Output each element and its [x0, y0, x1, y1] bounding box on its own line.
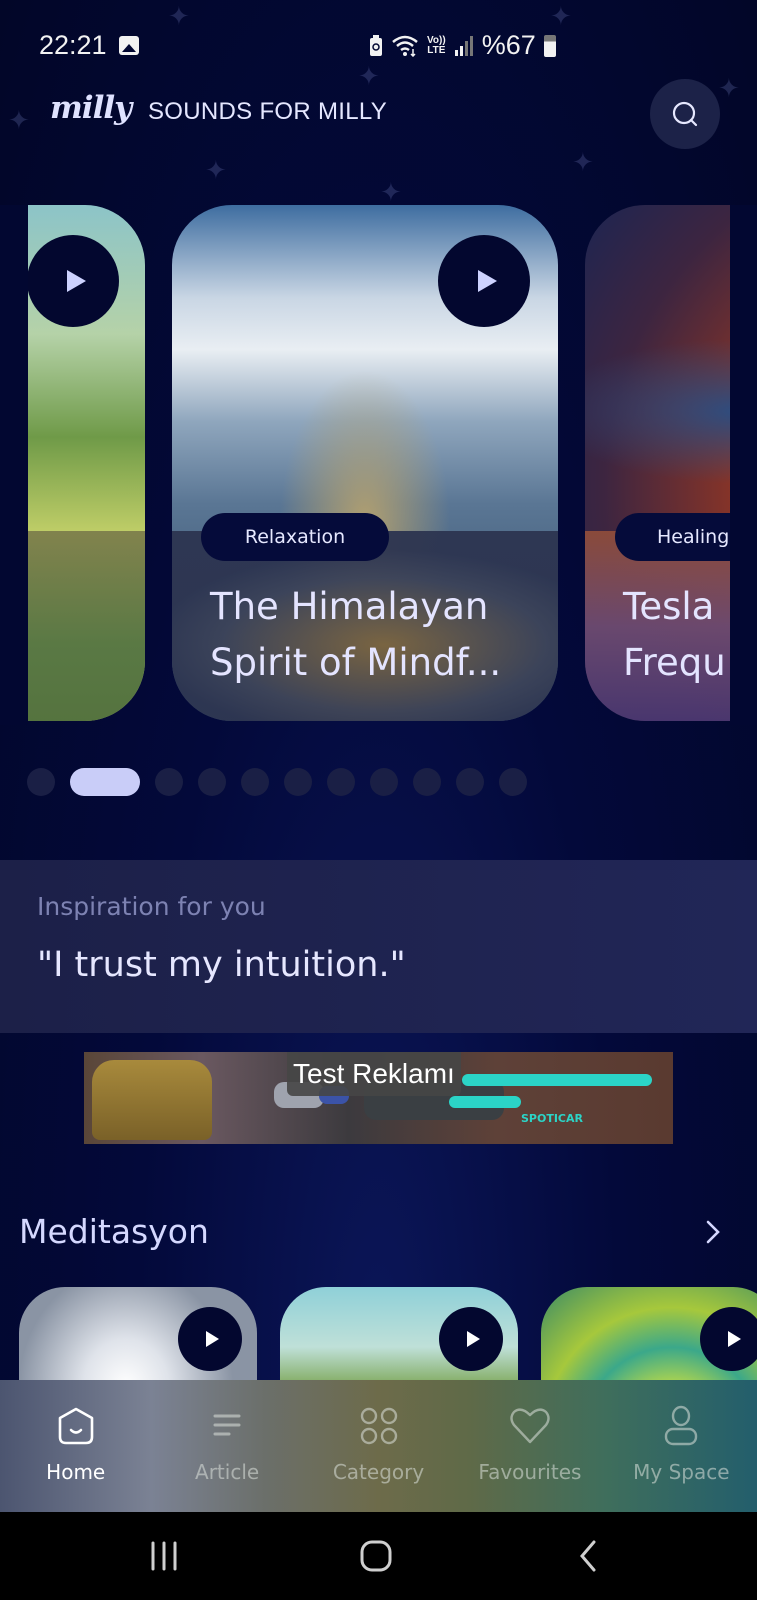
pagination-dot[interactable]: [27, 768, 55, 796]
nav-item-favourites[interactable]: Favourites: [454, 1380, 605, 1512]
nav-label: My Space: [633, 1460, 730, 1484]
play-icon: [727, 1331, 741, 1347]
nav-item-category[interactable]: Category: [303, 1380, 454, 1512]
status-indicators: Vo)) LTE %67: [369, 30, 556, 61]
featured-carousel[interactable]: Relaxation The Himalayan Spirit of Mindf…: [0, 205, 757, 725]
ad-price-pill: [462, 1074, 652, 1086]
play-button[interactable]: [178, 1307, 242, 1371]
inspiration-quote: "I trust my intuition.": [37, 945, 406, 985]
star-decoration-icon: ✦: [380, 178, 402, 208]
carousel-edge: [0, 205, 28, 725]
app-screen: ✦ ✦ ✦ ✦ ✦ ✦ ✦ ✦ 22:21 Vo)) LTE %67 milly…: [0, 0, 757, 1512]
chevron-right-icon: [706, 1220, 720, 1244]
nav-label: Article: [195, 1460, 260, 1484]
star-decoration-icon: ✦: [572, 148, 594, 178]
section-title: Meditasyon: [19, 1212, 209, 1251]
ad-brand: SPOTICAR: [521, 1112, 583, 1125]
system-navigation-bar: [0, 1512, 757, 1600]
play-icon: [477, 270, 497, 292]
play-icon: [205, 1331, 219, 1347]
article-icon: [205, 1404, 249, 1448]
pagination-dot-active[interactable]: [70, 768, 140, 796]
pagination-dot[interactable]: [327, 768, 355, 796]
carousel-edge: [730, 205, 757, 725]
play-button[interactable]: [700, 1307, 757, 1371]
app-logo: milly: [50, 90, 132, 126]
volte-indicator: Vo)) LTE: [427, 34, 446, 56]
home-icon: [54, 1404, 98, 1448]
status-bar: 22:21 Vo)) LTE %67: [0, 0, 757, 90]
play-icon: [66, 270, 86, 292]
pagination-dot[interactable]: [413, 768, 441, 796]
category-grid-icon: [357, 1404, 401, 1448]
play-button[interactable]: [439, 1307, 503, 1371]
category-badge: Relaxation: [201, 513, 389, 561]
recents-icon: [151, 1541, 177, 1571]
back-button[interactable]: [558, 1532, 618, 1580]
battery-percent: %67: [481, 30, 536, 60]
header-title: SOUNDS FOR MILLY: [148, 98, 388, 125]
inspiration-label: Inspiration for you: [37, 892, 266, 921]
star-decoration-icon: ✦: [8, 106, 30, 136]
pagination-dot[interactable]: [456, 768, 484, 796]
ad-price-pill: [449, 1096, 521, 1108]
wifi-icon: [392, 35, 418, 57]
search-icon: [672, 101, 698, 127]
nav-label: Favourites: [478, 1460, 582, 1484]
card-title: Tesla Frequ: [623, 585, 726, 684]
pagination-dot[interactable]: [155, 768, 183, 796]
battery-icon: [543, 34, 556, 57]
play-icon: [466, 1331, 480, 1347]
pagination-dot[interactable]: [241, 768, 269, 796]
pagination-dot[interactable]: [284, 768, 312, 796]
pagination-dot[interactable]: [198, 768, 226, 796]
home-system-button[interactable]: [346, 1532, 406, 1580]
nav-label: Category: [332, 1460, 425, 1484]
bottom-navigation: Home Article Category Favourites My Spac…: [0, 1380, 757, 1512]
home-button-icon: [360, 1540, 392, 1572]
user-icon: [659, 1404, 703, 1448]
inspiration-panel: Inspiration for you "I trust my intuitio…: [0, 860, 757, 1033]
play-button[interactable]: [27, 235, 119, 327]
ad-image-car: [92, 1060, 212, 1140]
signal-bars-icon: [454, 35, 473, 56]
gallery-notification-icon: [119, 36, 139, 55]
carousel-card[interactable]: Relaxation The Himalayan Spirit of Mindf…: [172, 205, 558, 721]
pagination-dot[interactable]: [370, 768, 398, 796]
star-decoration-icon: ✦: [205, 156, 227, 186]
ad-banner[interactable]: SPOTICAR Test Reklamı: [84, 1052, 673, 1144]
recents-button[interactable]: [134, 1532, 194, 1580]
card-title: The Himalayan Spirit of Mindf...: [210, 585, 502, 684]
search-button[interactable]: [650, 79, 720, 149]
section-more-button[interactable]: [705, 1218, 721, 1253]
play-button[interactable]: [438, 235, 530, 327]
test-ad-label: Test Reklamı: [287, 1052, 461, 1096]
nav-item-article[interactable]: Article: [151, 1380, 302, 1512]
nav-item-my-space[interactable]: My Space: [606, 1380, 757, 1512]
back-icon: [580, 1540, 596, 1572]
nav-label: Home: [46, 1460, 106, 1484]
nav-item-home[interactable]: Home: [0, 1380, 151, 1512]
heart-icon: [508, 1404, 552, 1448]
carousel-pagination: [27, 768, 527, 796]
status-time: 22:21: [39, 30, 107, 60]
battery-saver-icon: [370, 34, 382, 56]
pagination-dot[interactable]: [499, 768, 527, 796]
